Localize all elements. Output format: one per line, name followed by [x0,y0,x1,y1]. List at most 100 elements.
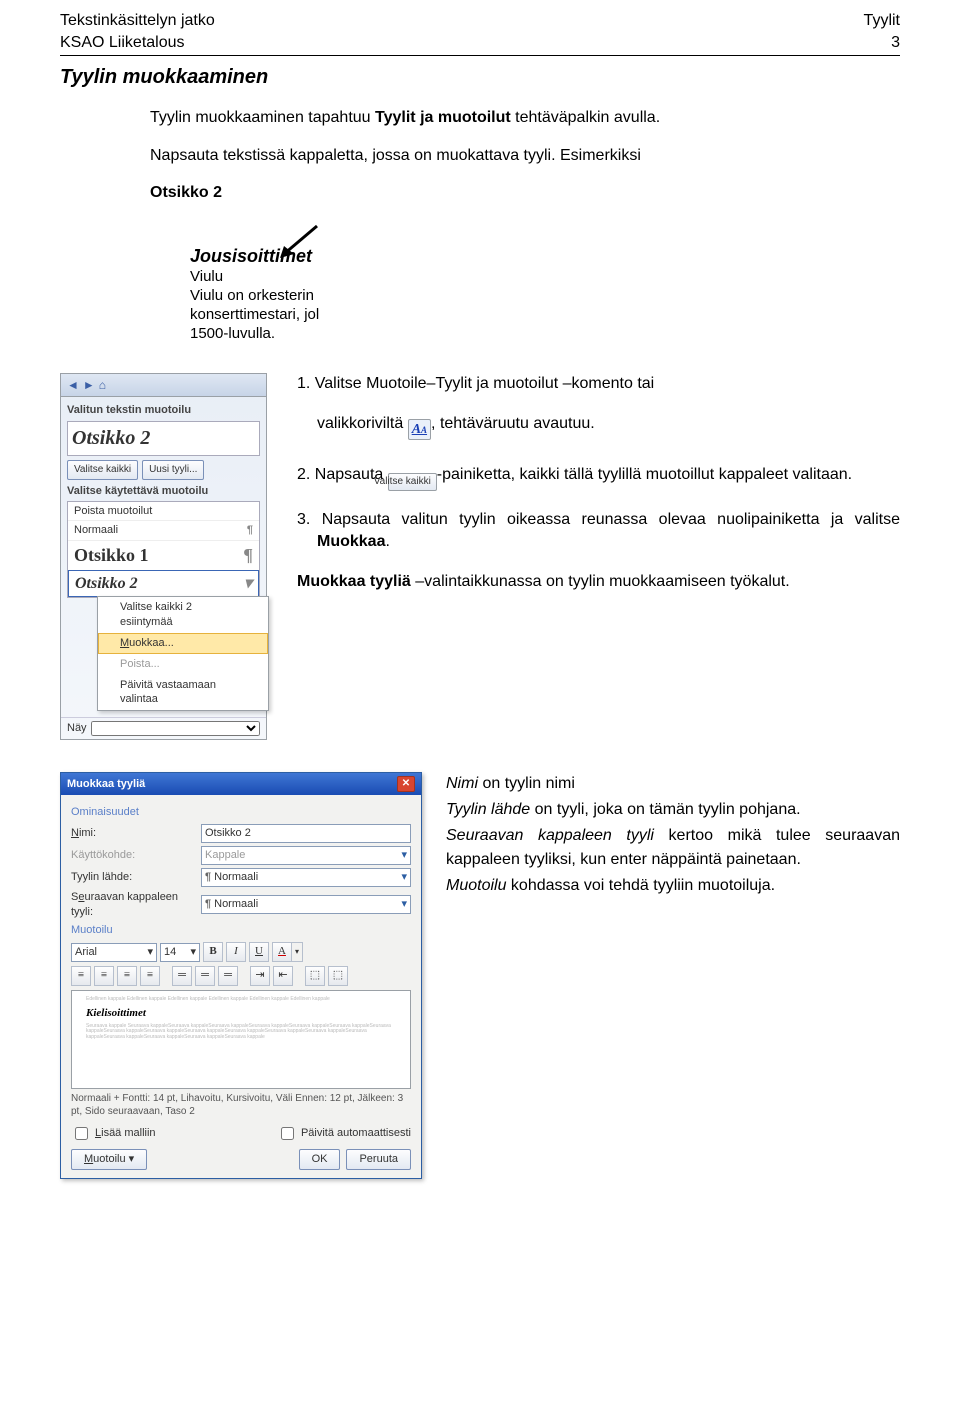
text: valikkoriviltä [317,415,408,432]
text: Otsikko 2 [205,826,251,841]
select-all-button[interactable]: Valitse kaikki [67,460,138,480]
align-left-button[interactable]: ≡ [71,966,91,986]
new-style-button[interactable]: Uusi tyyli... [142,460,204,480]
cancel-button[interactable]: Peruuta [346,1149,411,1170]
bold-button[interactable]: B [203,942,223,962]
current-style-box[interactable]: Otsikko 2 [67,421,260,456]
step-3: 3. Napsauta valitun tyylin oikeassa reun… [297,509,900,552]
home-icon[interactable]: ⌂ [99,377,106,393]
pilcrow-icon: ¶ [247,523,253,538]
pane-label-selected: Valitun tekstin muotoilu [67,403,260,418]
text: on tyylin nimi [478,775,575,792]
section-title: Tyylin muokkaaminen [60,64,900,91]
text: 14 [164,945,176,960]
group-properties: Ominaisuudet [71,805,411,820]
ctx-delete: Poista... [98,654,268,675]
chevron-down-icon[interactable]: ▾ [291,942,303,962]
format-button[interactable]: Muotoilu ▾ [71,1149,147,1170]
pane-show-select[interactable] [91,721,260,736]
header-right-2: 3 [864,32,900,54]
dialog-title-text: Muokkaa tyyliä [67,777,145,792]
lbl-next-para: Seuraavan kappaleen tyyli: [71,890,201,920]
text: -painiketta, kaikki tällä tyylillä muoto… [437,466,852,483]
dialog-titlebar[interactable]: Muokkaa tyyliä ✕ [61,773,421,795]
steps-column: 1. Valitse Muotoile–Tyylit ja muotoilut … [297,373,900,608]
align-center-button[interactable]: ≡ [94,966,114,986]
text: Normaali [214,898,258,910]
add-to-template-check[interactable]: Lisää malliin [71,1124,156,1143]
text: . [385,533,389,550]
size-select[interactable]: 14 ▾ [160,943,200,962]
style-item-h1[interactable]: Otsikko 1 ¶ [68,540,259,569]
style-item-h2[interactable]: Otsikko 2▾ [68,570,259,598]
text: kohdassa voi tehdä tyyliin muotoiluja. [506,877,775,894]
linespace-15-button[interactable]: ═ [195,966,215,986]
text-bold: Otsikko 2 [150,184,222,201]
task-pane-nav[interactable]: ◄ ► ⌂ [61,374,266,397]
chevron-down-icon[interactable]: ▾ [244,573,252,595]
checkbox[interactable] [281,1127,294,1140]
text: Kappale [205,848,245,863]
step-2: 2. Napsauta Valitse kaikki-painiketta, k… [297,464,900,491]
indent-inc-button[interactable]: ⇥ [250,966,270,986]
font-color-icon: A [272,942,291,962]
notes-italic: Tyylin lähde [446,801,530,818]
step-final: Muokkaa tyyliä –valintaikkunassa on tyyl… [297,571,900,593]
ctx-update[interactable]: Päivitä vastaamaan valintaa [98,675,268,711]
indent-dec-button[interactable]: ⇤ [273,966,293,986]
ok-button[interactable]: OK [299,1149,341,1170]
text: on tyyli, joka on tämän tyylin pohjana. [530,801,800,818]
close-icon[interactable]: ✕ [397,776,415,792]
type-select: Kappale ▾ [201,846,411,865]
forward-icon[interactable]: ► [83,377,95,393]
intro-para-2: Napsauta tekstissä kappaletta, jossa on … [150,145,870,167]
arrow-icon [272,220,322,260]
context-menu: Valitse kaikki 2 esiintymää Muokkaa... P… [97,596,269,711]
header-left-1: Tekstinkäsittelyn jatko [60,10,215,32]
italic-button[interactable]: I [226,942,246,962]
text: Otsikko 1 [74,543,149,567]
text: , tehtäväruutu avautuu. [431,415,595,432]
space-before-button[interactable]: ⬚ [305,966,325,986]
pane-label-pick: Valitse käytettävä muotoilu [67,484,260,499]
linespace-2-button[interactable]: ═ [218,966,238,986]
font-color-button[interactable]: A▾ [272,942,303,962]
intro-para-1: Tyylin muokkaaminen tapahtuu Tyylit ja m… [150,107,870,129]
chevron-down-icon[interactable]: ▾ [190,945,196,960]
text-bold: Muokkaa [317,533,385,550]
chevron-down-icon[interactable]: ▾ [147,945,153,960]
notes-column: Nimi on tyylin nimi Tyylin lähde on tyyl… [446,772,900,900]
notes-italic: Seuraavan kappaleen tyyli [446,827,654,844]
chevron-down-icon[interactable]: ▾ [401,870,407,885]
text: –valintaikkunassa on tyylin muokkaamisee… [415,573,789,590]
auto-update-check[interactable]: Päivitä automaattisesti [277,1124,411,1143]
font-select[interactable]: Arial▾ [71,943,157,962]
text: Päivitä automaattisesti [301,1126,411,1141]
pilcrow-icon: ¶ [243,543,253,567]
ctx-modify[interactable]: Muokkaa... [98,633,268,654]
ctx-select-instances[interactable]: Valitse kaikki 2 esiintymää [98,597,268,633]
preview-heading: Kielisoittimet [86,1006,396,1021]
checkbox[interactable] [75,1127,88,1140]
step-1-line-1: 1. Valitse Muotoile–Tyylit ja muotoilut … [297,373,900,395]
text-bold: Tyylit ja muotoilut [375,109,511,126]
underline-button[interactable]: U [249,942,269,962]
notes-italic: Muotoilu [446,877,506,894]
pane-footer-label: Näy [67,721,87,736]
align-right-button[interactable]: ≡ [117,966,137,986]
step-1-line-2: valikkoriviltä AA, tehtäväruutu avautuu. [317,413,900,441]
style-item-clear[interactable]: Poista muotoilut [68,502,259,521]
space-after-button[interactable]: ⬚ [328,966,348,986]
based-on-select[interactable]: ¶Normaali▾ [201,868,411,887]
back-icon[interactable]: ◄ [67,377,79,393]
text: tehtäväpalkin avulla. [511,109,660,126]
chevron-down-icon: ▾ [401,848,407,863]
linespace-1-button[interactable]: ═ [172,966,192,986]
align-justify-button[interactable]: ≡ [140,966,160,986]
sample-body: Viulu Viulu on orkesterin konserttimesta… [190,268,410,343]
select-all-inline-button: Valitse kaikki [388,473,437,491]
next-para-select[interactable]: ¶Normaali▾ [201,895,411,914]
style-item-normal[interactable]: Normaali¶ [68,520,259,540]
name-field[interactable]: Otsikko 2 [201,824,411,843]
chevron-down-icon[interactable]: ▾ [401,897,407,912]
